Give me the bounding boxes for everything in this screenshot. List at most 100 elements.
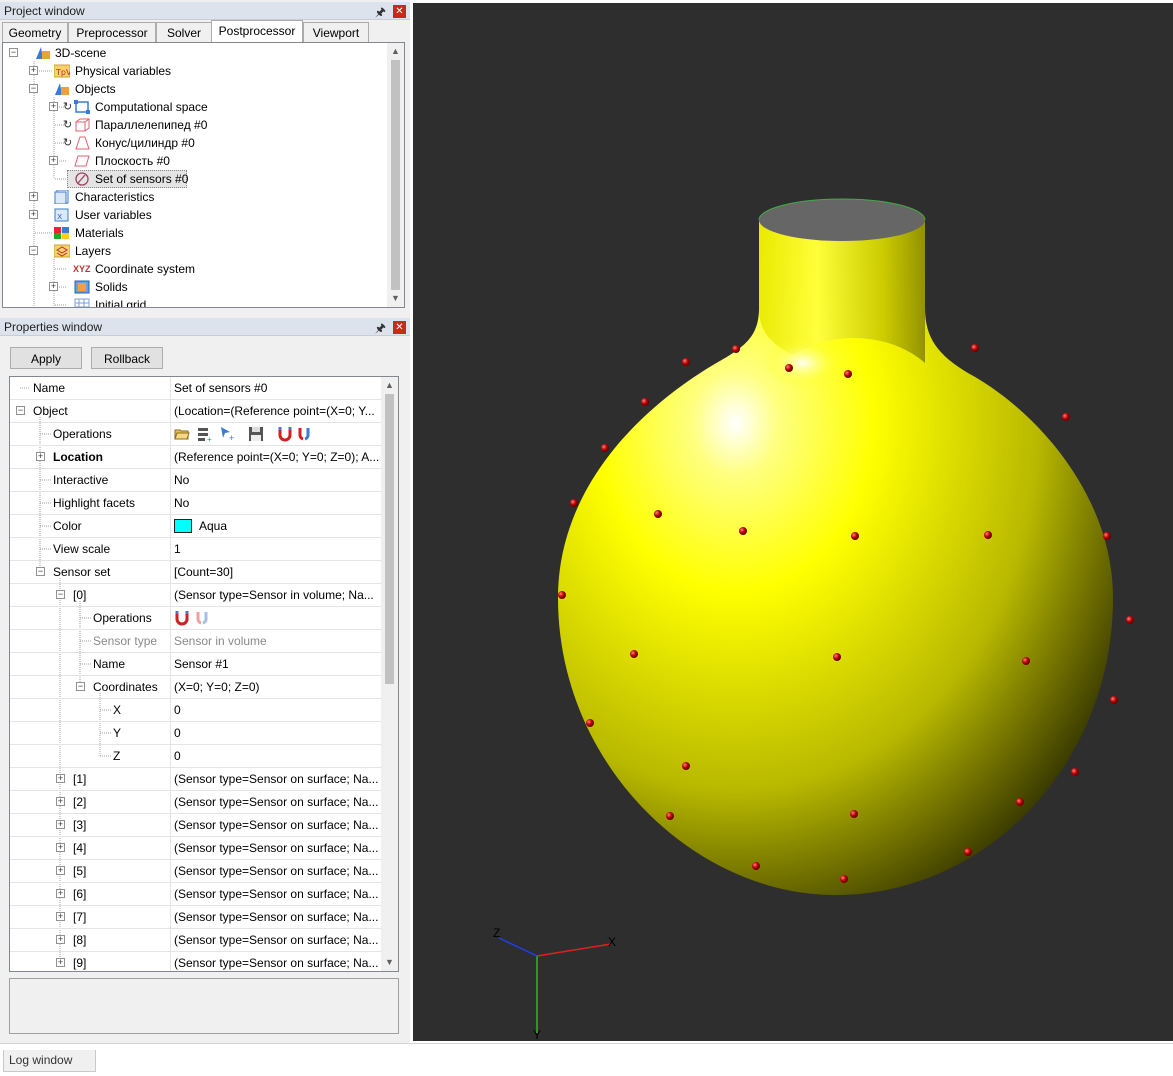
- tab-viewport[interactable]: Viewport: [303, 22, 369, 42]
- prop-row-sensor-5[interactable]: + [5] (Sensor type=Sensor on surface; Na…: [10, 860, 382, 883]
- tab-geometry[interactable]: Geometry: [2, 22, 68, 42]
- collapse-icon[interactable]: −: [9, 48, 18, 57]
- tree-item-materials[interactable]: Materials: [3, 224, 388, 242]
- prop-row-sensor-8[interactable]: + [8] (Sensor type=Sensor on surface; Na…: [10, 929, 382, 952]
- close-icon[interactable]: ✕: [393, 5, 406, 18]
- prop-value[interactable]: No: [174, 469, 379, 491]
- prop-row-view-scale[interactable]: View scale 1: [10, 538, 382, 561]
- tree-item-computational-space[interactable]: + ↻ Computational space: [3, 98, 388, 116]
- scroll-up-icon[interactable]: ▲: [387, 43, 404, 60]
- expand-icon[interactable]: +: [56, 889, 65, 898]
- expand-icon[interactable]: +: [29, 66, 38, 75]
- prop-row-x[interactable]: X 0: [10, 699, 382, 722]
- tree-item-user-variables[interactable]: + x User variables: [3, 206, 388, 224]
- collapse-icon[interactable]: −: [76, 682, 85, 691]
- prop-row-interactive[interactable]: Interactive No: [10, 469, 382, 492]
- prop-row-sensor-0[interactable]: − [0] (Sensor type=Sensor in volume; Na.…: [10, 584, 382, 607]
- expand-icon[interactable]: +: [56, 935, 65, 944]
- tree-item-plane[interactable]: + Плоскость #0: [3, 152, 388, 170]
- expand-icon[interactable]: +: [56, 797, 65, 806]
- prop-row-name[interactable]: Name Set of sensors #0: [10, 377, 382, 400]
- viewport-canvas[interactable]: X Y Z: [413, 3, 1173, 1041]
- 3d-viewport[interactable]: X Y Z: [413, 3, 1173, 1041]
- expand-icon[interactable]: +: [56, 820, 65, 829]
- apply-button[interactable]: Apply: [10, 347, 82, 369]
- expand-icon[interactable]: +: [56, 958, 65, 967]
- tree-item-3d-scene[interactable]: − 3D-scene: [3, 44, 388, 62]
- scroll-thumb[interactable]: [385, 394, 394, 684]
- prop-value[interactable]: (Sensor type=Sensor on surface; Na...: [174, 791, 379, 813]
- magnet-split-disabled-icon[interactable]: [194, 610, 210, 626]
- tree-item-cone[interactable]: ↻ Конус/цилиндр #0: [3, 134, 388, 152]
- prop-value[interactable]: 0: [174, 699, 379, 721]
- save-icon[interactable]: [248, 426, 264, 442]
- color-value[interactable]: Aqua: [174, 515, 379, 537]
- prop-value[interactable]: (Sensor type=Sensor in volume; Na...: [174, 584, 379, 606]
- prop-value[interactable]: 0: [174, 745, 379, 767]
- scroll-up-icon[interactable]: ▲: [381, 377, 398, 394]
- prop-row-sensor-set[interactable]: − Sensor set [Count=30]: [10, 561, 382, 584]
- prop-value[interactable]: No: [174, 492, 379, 514]
- magnet-icon[interactable]: [277, 426, 293, 442]
- list-add-icon[interactable]: +: [197, 426, 213, 442]
- prop-value[interactable]: (Sensor type=Sensor on surface; Na...: [174, 837, 379, 859]
- prop-value[interactable]: Sensor #1: [174, 653, 379, 675]
- prop-row-operations[interactable]: Operations + +: [10, 423, 382, 446]
- scroll-down-icon[interactable]: ▼: [387, 290, 404, 307]
- expand-icon[interactable]: +: [56, 912, 65, 921]
- expand-icon[interactable]: +: [49, 102, 58, 111]
- expand-icon[interactable]: +: [29, 192, 38, 201]
- prop-row-color[interactable]: Color Aqua: [10, 515, 382, 538]
- expand-icon[interactable]: +: [49, 282, 58, 291]
- prop-row-sensor-7[interactable]: + [7] (Sensor type=Sensor on surface; Na…: [10, 906, 382, 929]
- prop-value[interactable]: (X=0; Y=0; Z=0): [174, 676, 379, 698]
- expand-icon[interactable]: +: [56, 774, 65, 783]
- tab-postprocessor[interactable]: Postprocessor: [211, 20, 303, 42]
- prop-value[interactable]: (Sensor type=Sensor on surface; Na...: [174, 883, 379, 905]
- tree-item-solids[interactable]: + Solids: [3, 278, 388, 296]
- prop-value[interactable]: (Location=(Reference point=(X=0; Y...: [174, 400, 379, 422]
- collapse-icon[interactable]: −: [29, 246, 38, 255]
- prop-row-coordinates[interactable]: − Coordinates (X=0; Y=0; Z=0): [10, 676, 382, 699]
- tree-item-initial-grid[interactable]: Initial grid: [3, 296, 388, 307]
- prop-row-sensor-type[interactable]: Sensor type Sensor in volume: [10, 630, 382, 653]
- tree-scrollbar[interactable]: ▲ ▼: [387, 43, 404, 307]
- prop-value[interactable]: (Sensor type=Sensor on surface; Na...: [174, 768, 379, 790]
- pointer-add-icon[interactable]: +: [220, 426, 236, 442]
- project-tree[interactable]: − 3D-scene + TpV Physical variables − Ob…: [2, 42, 405, 308]
- prop-row-location[interactable]: + Location (Reference point=(X=0; Y=0; Z…: [10, 446, 382, 469]
- prop-value[interactable]: (Sensor type=Sensor on surface; Na...: [174, 929, 379, 951]
- expand-icon[interactable]: +: [56, 843, 65, 852]
- property-grid[interactable]: Name Set of sensors #0 − Object (Locatio…: [9, 376, 399, 972]
- prop-row-sensor-6[interactable]: + [6] (Sensor type=Sensor on surface; Na…: [10, 883, 382, 906]
- open-folder-icon[interactable]: [174, 426, 190, 442]
- tree-item-coordinate-system[interactable]: XYZ Coordinate system: [3, 260, 388, 278]
- tree-item-layers[interactable]: − Layers: [3, 242, 388, 260]
- tab-preprocessor[interactable]: Preprocessor: [68, 22, 156, 42]
- prop-value[interactable]: (Reference point=(X=0; Y=0; Z=0); A...: [174, 446, 379, 468]
- prop-row-sensor-4[interactable]: + [4] (Sensor type=Sensor on surface; Na…: [10, 837, 382, 860]
- tree-item-characteristics[interactable]: + Characteristics: [3, 188, 388, 206]
- expand-icon[interactable]: +: [56, 866, 65, 875]
- tree-item-set-of-sensors[interactable]: Set of sensors #0: [3, 170, 388, 188]
- pin-icon[interactable]: 🖈: [375, 3, 386, 24]
- tree-item-objects[interactable]: − Objects: [3, 80, 388, 98]
- rollback-button[interactable]: Rollback: [91, 347, 163, 369]
- expand-icon[interactable]: +: [49, 156, 58, 165]
- prop-row-sensor-name[interactable]: Name Sensor #1: [10, 653, 382, 676]
- tree-item-physical-variables[interactable]: + TpV Physical variables: [3, 62, 388, 80]
- prop-value[interactable]: (Sensor type=Sensor on surface; Na...: [174, 814, 379, 836]
- close-icon[interactable]: ✕: [393, 321, 406, 334]
- prop-value[interactable]: (Sensor type=Sensor on surface; Na...: [174, 860, 379, 882]
- prop-row-sensor-operations[interactable]: Operations: [10, 607, 382, 630]
- collapse-icon[interactable]: −: [16, 406, 25, 415]
- prop-value[interactable]: Set of sensors #0: [174, 377, 379, 399]
- prop-row-z[interactable]: Z 0: [10, 745, 382, 768]
- prop-value[interactable]: (Sensor type=Sensor on surface; Na...: [174, 906, 379, 928]
- prop-value[interactable]: [Count=30]: [174, 561, 379, 583]
- prop-value[interactable]: 1: [174, 538, 379, 560]
- collapse-icon[interactable]: −: [56, 590, 65, 599]
- magnet-split-icon[interactable]: [296, 426, 312, 442]
- property-grid-scrollbar[interactable]: ▲ ▼: [381, 377, 398, 971]
- prop-row-y[interactable]: Y 0: [10, 722, 382, 745]
